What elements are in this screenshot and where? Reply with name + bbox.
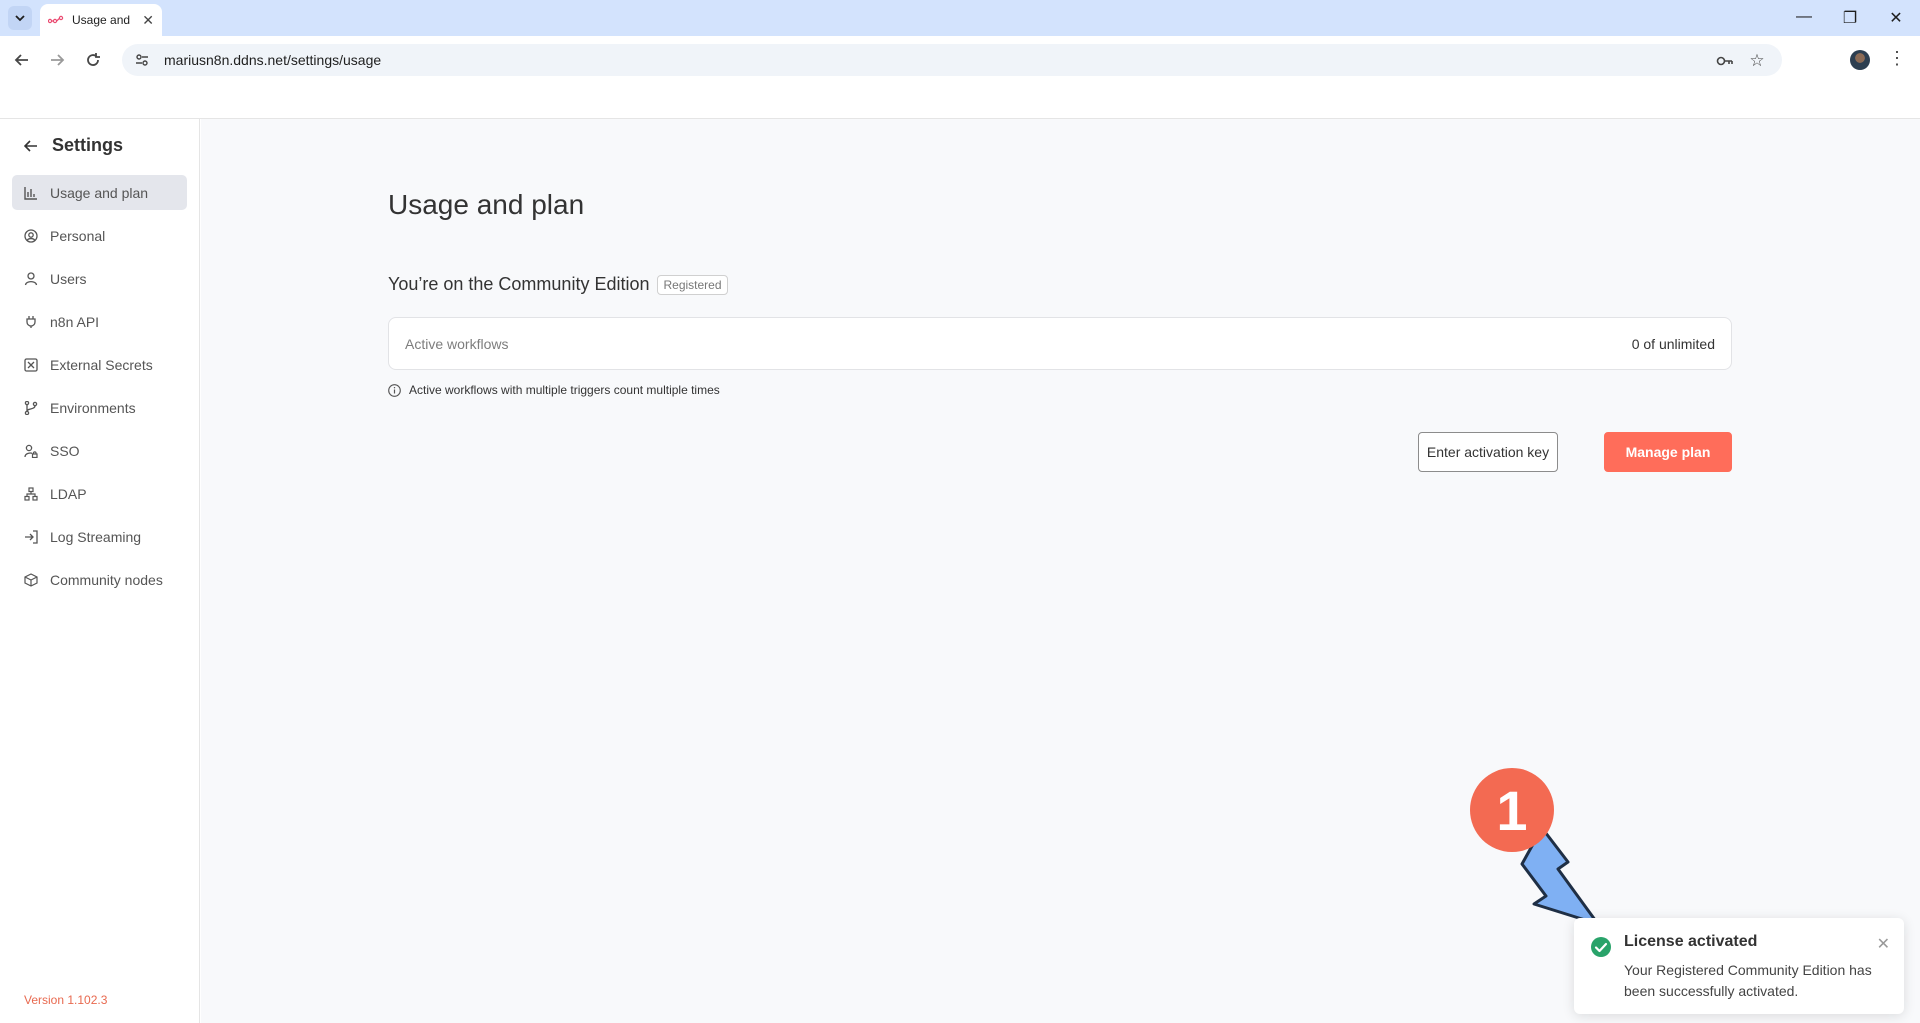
version-label: Version 1.102.3 bbox=[24, 993, 108, 1007]
sidebar-item-n8n-api[interactable]: n8n API bbox=[12, 304, 187, 339]
toast-message: Your Registered Community Edition has be… bbox=[1624, 962, 1872, 999]
reload-icon[interactable] bbox=[81, 48, 105, 72]
back-icon[interactable] bbox=[10, 48, 34, 72]
toast-title: License activated bbox=[1624, 933, 1758, 950]
address-bar[interactable]: mariusn8n.ddns.net/settings/usage ☆ bbox=[122, 44, 1782, 76]
sidebar-item-log-streaming[interactable]: Log Streaming bbox=[12, 519, 187, 554]
info-icon bbox=[388, 383, 401, 397]
sidebar-item-label: External Secrets bbox=[50, 356, 153, 373]
sidebar-item-label: Community nodes bbox=[50, 571, 163, 588]
sidebar-item-label: LDAP bbox=[50, 485, 87, 502]
vault-icon bbox=[24, 357, 38, 372]
usage-card: Active workflows 0 of unlimited bbox=[388, 317, 1732, 370]
sign-in-icon bbox=[25, 529, 38, 544]
sidebar-item-label: Log Streaming bbox=[50, 528, 142, 545]
sidebar-item-sso[interactable]: SSO bbox=[12, 433, 187, 468]
bar-chart-icon bbox=[24, 186, 37, 200]
user-lock-icon bbox=[24, 444, 38, 458]
sidebar-item-label: SSO bbox=[50, 442, 80, 459]
url-text: mariusn8n.ddns.net/settings/usage bbox=[164, 52, 382, 68]
sidebar-item-label: Personal bbox=[50, 227, 106, 244]
sidebar-item-label: Users bbox=[50, 270, 87, 287]
tab-close-icon[interactable]: ✕ bbox=[142, 12, 154, 29]
password-key-icon[interactable] bbox=[1716, 52, 1734, 70]
forward-icon[interactable] bbox=[45, 48, 69, 72]
status-badge: Registered bbox=[657, 274, 728, 295]
browser-tab-bar: Usage and plan ✕ — ❐ ✕ bbox=[0, 0, 1920, 36]
sidebar-item-external-secrets[interactable]: External Secrets bbox=[12, 347, 187, 382]
user-icon bbox=[24, 271, 38, 285]
check-circle-icon bbox=[1591, 937, 1611, 957]
git-branch-icon bbox=[24, 400, 38, 415]
restore-icon[interactable]: ❐ bbox=[1840, 8, 1860, 28]
sidebar-item-users[interactable]: Users bbox=[12, 261, 187, 296]
sidebar-item-label: Usage and plan bbox=[50, 184, 149, 201]
manage-plan-button[interactable]: Manage plan bbox=[1604, 432, 1732, 472]
profile-avatar[interactable] bbox=[1850, 50, 1870, 70]
sidebar-item-ldap[interactable]: LDAP bbox=[12, 476, 187, 511]
sidebar-item-community-nodes[interactable]: Community nodes bbox=[12, 562, 187, 597]
settings-sidebar: Settings Usage and plan Personal Users n… bbox=[0, 119, 200, 1023]
user-circle-icon bbox=[24, 228, 38, 243]
tab-title: Usage and plan bbox=[72, 13, 134, 27]
usage-hint: Active workflows with multiple triggers … bbox=[388, 383, 720, 397]
plug-icon bbox=[26, 315, 36, 328]
step-number-badge: 1 bbox=[1470, 768, 1554, 852]
back-arrow-icon[interactable] bbox=[24, 139, 38, 153]
usage-value: 0 of unlimited bbox=[1631, 335, 1715, 352]
browser-tab[interactable]: Usage and plan ✕ bbox=[40, 4, 162, 36]
n8n-logo-icon bbox=[48, 15, 64, 24]
close-window-icon[interactable]: ✕ bbox=[1886, 8, 1906, 28]
site-settings-icon[interactable] bbox=[134, 52, 150, 68]
plan-heading: You’re on the Community Edition Register… bbox=[388, 274, 728, 295]
plan-text: You’re on the Community Edition bbox=[388, 274, 650, 294]
browser-toolbar: mariusn8n.ddns.net/settings/usage ☆ ⋮ bbox=[0, 36, 1920, 84]
tab-list-button[interactable] bbox=[8, 6, 32, 30]
chevron-down-icon bbox=[15, 15, 25, 22]
network-icon bbox=[24, 486, 38, 501]
sidebar-item-usage-and-plan[interactable]: Usage and plan bbox=[12, 175, 187, 210]
sidebar-header: Settings bbox=[24, 135, 123, 156]
bookmark-star-icon[interactable]: ☆ bbox=[1748, 51, 1766, 70]
sidebar-item-personal[interactable]: Personal bbox=[12, 218, 187, 253]
sidebar-item-label: Environments bbox=[50, 399, 136, 416]
minimize-icon[interactable]: — bbox=[1794, 8, 1814, 26]
usage-label: Active workflows bbox=[405, 335, 509, 352]
toast-close-icon[interactable]: ✕ bbox=[1877, 934, 1890, 954]
sidebar-title: Settings bbox=[52, 135, 124, 155]
sidebar-item-environments[interactable]: Environments bbox=[12, 390, 187, 425]
cube-icon bbox=[24, 572, 38, 587]
sidebar-item-label: n8n API bbox=[50, 313, 100, 330]
enter-activation-key-button[interactable]: Enter activation key bbox=[1418, 432, 1558, 472]
license-toast: License activated Your Registered Commun… bbox=[1574, 918, 1904, 1014]
main-content: Usage and plan You’re on the Community E… bbox=[201, 119, 1920, 1023]
hint-text: Active workflows with multiple triggers … bbox=[409, 383, 720, 397]
page-title: Usage and plan bbox=[388, 189, 585, 220]
browser-menu-icon[interactable]: ⋮ bbox=[1888, 48, 1906, 69]
